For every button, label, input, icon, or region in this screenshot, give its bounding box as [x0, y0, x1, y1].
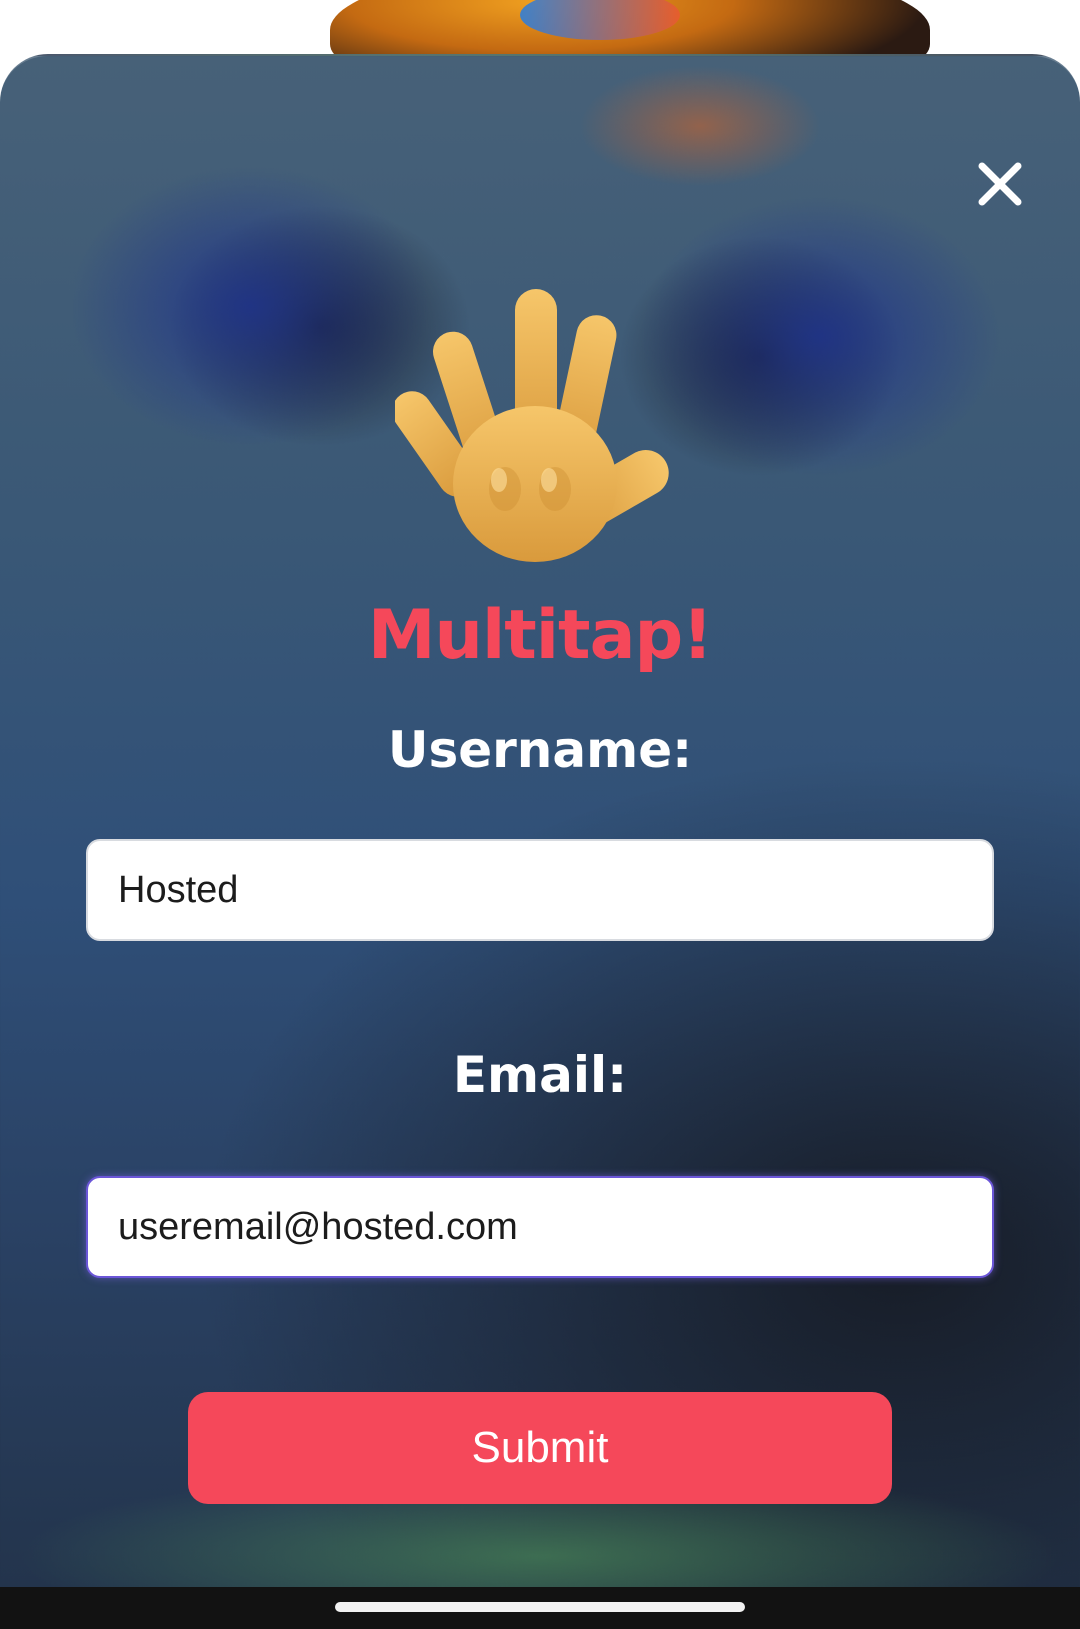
home-indicator[interactable] — [335, 1602, 745, 1612]
email-label: Email: — [452, 1046, 628, 1104]
close-button[interactable] — [972, 156, 1028, 212]
submit-button[interactable]: Submit — [188, 1392, 892, 1504]
system-navigation-bar — [0, 1587, 1080, 1629]
waving-hand-icon — [395, 284, 685, 574]
username-label: Username: — [387, 721, 693, 779]
app-title: Multitap! — [367, 596, 713, 675]
username-input[interactable] — [86, 839, 994, 941]
email-input[interactable] — [86, 1176, 994, 1278]
app-screen: Multitap! Username: Email: Submit — [0, 0, 1080, 1629]
close-icon — [978, 162, 1022, 206]
signup-modal: Multitap! Username: Email: Submit — [0, 54, 1080, 1591]
